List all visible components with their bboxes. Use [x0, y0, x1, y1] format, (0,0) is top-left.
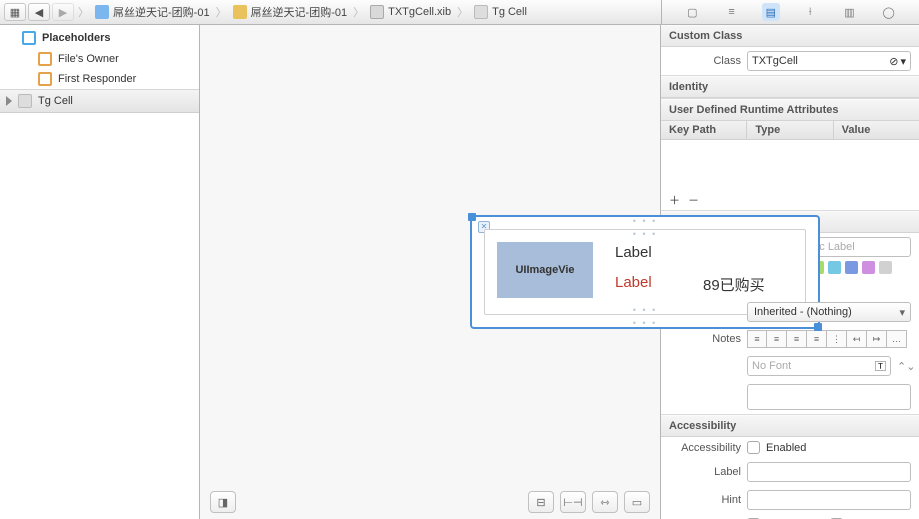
- back-button[interactable]: ◀: [28, 3, 50, 21]
- title-label[interactable]: Label: [615, 244, 652, 261]
- align-justify-button[interactable]: ≡: [807, 330, 827, 348]
- resolve-issues-button[interactable]: ⇿: [592, 491, 618, 513]
- add-attribute-button[interactable]: ＋: [669, 192, 680, 208]
- more-button[interactable]: …: [887, 330, 907, 348]
- class-label: Class: [669, 55, 741, 67]
- jump-bar: ▦ ◀ ▶ 〉 屌丝逆天记-团购-01 〉 屌丝逆天记-团购-01 〉 TXTg…: [0, 0, 661, 24]
- placeholders-label: Placeholders: [42, 32, 110, 44]
- font-picker-icon[interactable]: 🅃: [875, 358, 886, 374]
- acc-hint-label: Hint: [669, 494, 741, 506]
- size-inspector-tab[interactable]: ▥: [840, 3, 858, 21]
- acc-label-field[interactable]: [747, 462, 911, 482]
- remove-attribute-button[interactable]: －: [688, 192, 699, 208]
- crumb-folder[interactable]: 屌丝逆天记-团购-01: [231, 4, 350, 20]
- connections-inspector-tab[interactable]: ◯: [880, 3, 898, 21]
- identity-inspector-tab[interactable]: ▤: [762, 3, 780, 21]
- acc-label-label: Label: [669, 466, 741, 478]
- crumb-object[interactable]: Tg Cell: [472, 5, 529, 19]
- attributes-inspector-tab[interactable]: ⟊: [801, 3, 819, 21]
- tg-cell-label: Tg Cell: [38, 95, 73, 107]
- related-items-button[interactable]: ▦: [4, 3, 26, 21]
- clear-icon[interactable]: ⊘: [889, 55, 898, 68]
- udra-col-type[interactable]: Type: [747, 121, 833, 139]
- drag-handle-top[interactable]: • • •: [633, 216, 657, 226]
- swatch-7[interactable]: [879, 261, 892, 274]
- price-label[interactable]: Label: [615, 274, 652, 291]
- udra-col-key[interactable]: Key Path: [661, 121, 747, 139]
- lock-select[interactable]: Inherited - (Nothing): [747, 302, 911, 322]
- crumb-project[interactable]: 屌丝逆天记-团购-01: [93, 4, 212, 20]
- font-stepper[interactable]: ⌃⌄: [897, 360, 911, 373]
- files-owner-icon: [38, 52, 52, 66]
- align-button[interactable]: ⊟: [528, 491, 554, 513]
- xib-icon: [370, 5, 384, 19]
- crumb-file[interactable]: TXTgCell.xib: [368, 5, 453, 19]
- file-inspector-tab[interactable]: ▢: [683, 3, 701, 21]
- disclosure-triangle-icon[interactable]: [6, 96, 12, 106]
- forward-button[interactable]: ▶: [52, 3, 74, 21]
- swatch-6[interactable]: [862, 261, 875, 274]
- cell-icon: [474, 5, 488, 19]
- udra-header: User Defined Runtime Attributes: [661, 99, 919, 121]
- accessibility-header: Accessibility: [661, 415, 919, 437]
- outline-tg-cell[interactable]: Tg Cell: [0, 89, 199, 113]
- notes-format-bar: ≡ ≡ ≡ ≡ ⋮ ↤ ↦ …: [747, 330, 907, 348]
- separator: 〉: [78, 4, 89, 20]
- placeholders-icon: [22, 31, 36, 45]
- align-center-button[interactable]: ≡: [767, 330, 787, 348]
- acc-label: Accessibility: [669, 442, 741, 454]
- acc-hint-field[interactable]: [747, 490, 911, 510]
- acc-enabled-label: Enabled: [766, 442, 806, 454]
- udra-col-value[interactable]: Value: [834, 121, 919, 139]
- drag-handle-bottom[interactable]: • • •: [633, 318, 657, 328]
- align-left-button[interactable]: ≡: [747, 330, 767, 348]
- outline-first-responder[interactable]: First Responder: [0, 69, 199, 89]
- custom-class-header: Custom Class: [661, 25, 919, 47]
- chevron-down-icon[interactable]: ▾: [900, 55, 906, 68]
- ib-canvas[interactable]: ✕ • • • • • • UIImageVie Label Label 89已…: [200, 25, 661, 519]
- class-combobox[interactable]: TXTgCell ⊘▾: [747, 51, 911, 71]
- list-button[interactable]: ⋮: [827, 330, 847, 348]
- files-owner-label: File's Owner: [58, 53, 119, 65]
- udra-table[interactable]: [661, 140, 919, 190]
- document-outline: Placeholders File's Owner First Responde…: [0, 25, 200, 519]
- notes-label: Notes: [669, 333, 741, 345]
- project-icon: [95, 5, 109, 19]
- identity-header: Identity: [661, 76, 919, 98]
- swatch-4[interactable]: [828, 261, 841, 274]
- outline-section-placeholders[interactable]: Placeholders: [0, 25, 199, 49]
- first-responder-icon: [38, 72, 52, 86]
- count-label[interactable]: 89已购买: [703, 274, 765, 295]
- folder-icon: [233, 5, 247, 19]
- indent-in-button[interactable]: ↦: [867, 330, 887, 348]
- cell-icon: [18, 94, 32, 108]
- inspector-tabbar: ▢ ≡ ▤ ⟊ ▥ ◯: [661, 0, 919, 24]
- toggle-outline-button[interactable]: ◨: [210, 491, 236, 513]
- swatch-5[interactable]: [845, 261, 858, 274]
- indent-out-button[interactable]: ↤: [847, 330, 867, 348]
- pin-button[interactable]: ⊢⊣: [560, 491, 586, 513]
- drag-handle-inner-top[interactable]: • • •: [633, 229, 657, 239]
- drag-handle-inner-bottom[interactable]: • • •: [633, 305, 657, 315]
- canvas-toolbar: ◨ ⊟ ⊢⊣ ⇿ ▭: [200, 485, 660, 519]
- align-right-button[interactable]: ≡: [787, 330, 807, 348]
- quickhelp-inspector-tab[interactable]: ≡: [723, 3, 741, 21]
- acc-enabled-checkbox[interactable]: [747, 441, 760, 454]
- resizing-button[interactable]: ▭: [624, 491, 650, 513]
- udra-columns: Key Path Type Value: [661, 121, 919, 140]
- image-view[interactable]: UIImageVie: [497, 242, 593, 298]
- notes-font-field[interactable]: No Font 🅃: [747, 356, 891, 376]
- first-responder-label: First Responder: [58, 73, 136, 85]
- notes-text-field[interactable]: [747, 384, 911, 410]
- outline-files-owner[interactable]: File's Owner: [0, 49, 199, 69]
